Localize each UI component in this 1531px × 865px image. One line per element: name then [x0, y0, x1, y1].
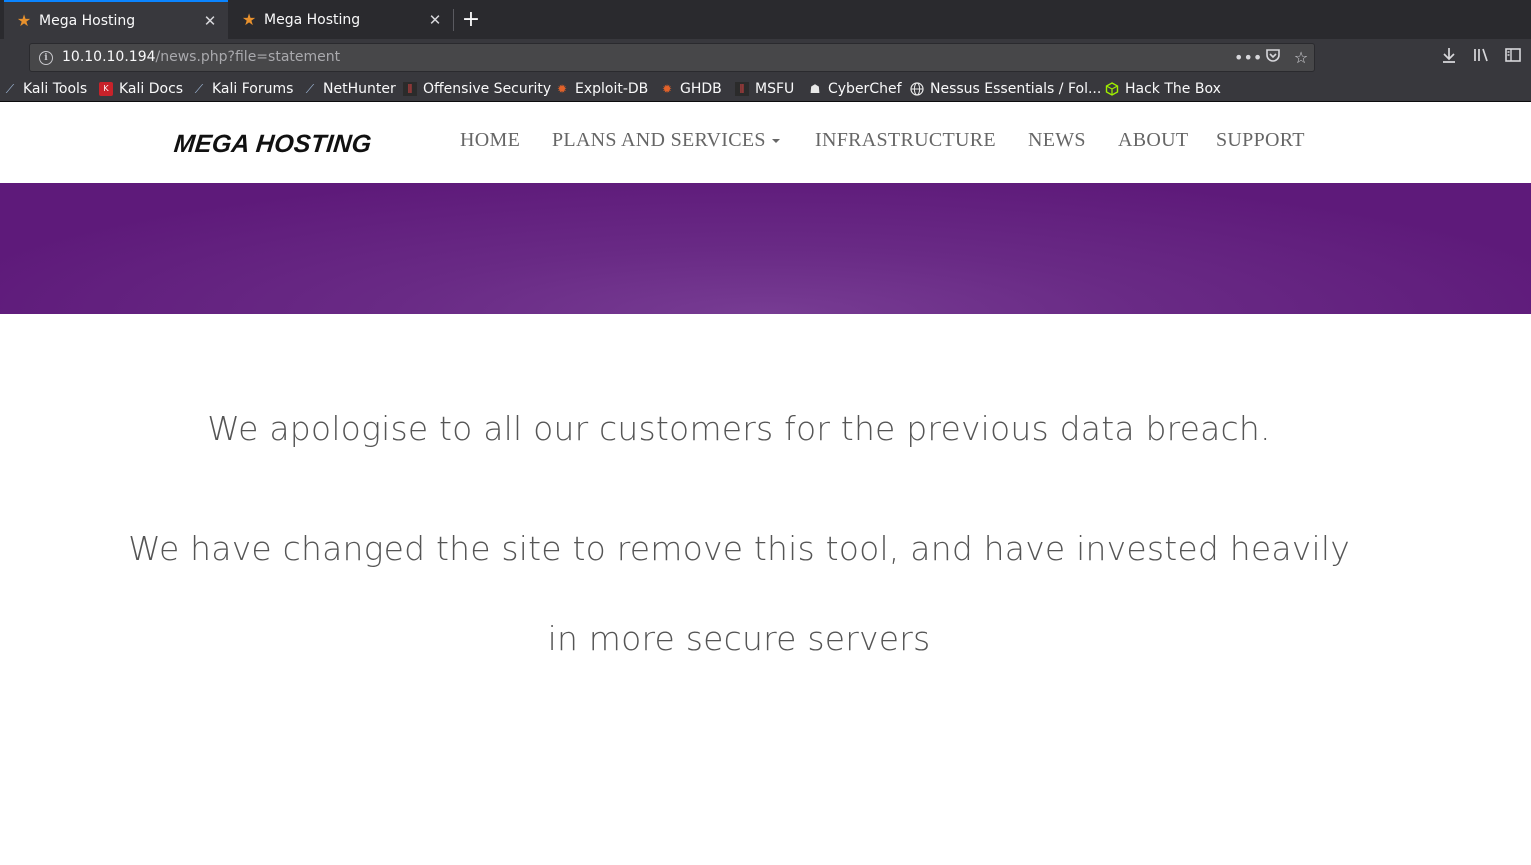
pocket-icon[interactable] [1262, 47, 1284, 69]
url-path: /news.php?file=statement [155, 49, 341, 65]
tab-mega-hosting[interactable]: ★ Mega Hosting ✕ [229, 0, 453, 39]
nav-infrastructure[interactable]: INFRASTRUCTURE [815, 129, 996, 152]
sidebar-icon[interactable] [1501, 46, 1525, 70]
page-actions-icon[interactable]: ••• [1234, 47, 1262, 69]
bookmarks-toolbar: ⟋ Kali Tools K Kali Docs ⟋ Kali Forums ⟋ Net… [0, 77, 1531, 102]
htb-cube-icon [1105, 82, 1119, 96]
bookmark-cyberchef[interactable]: ☗ CyberChef [808, 79, 902, 99]
offsec-icon: ǁ [403, 82, 417, 96]
bookmark-label: Hack The Box [1125, 81, 1221, 97]
bookmark-star-icon[interactable]: ☆ [1290, 47, 1312, 69]
bookmark-offensive-security[interactable]: ǁ Offensive Security [403, 79, 551, 99]
statement-line-2: We have changed the site to remove this … [128, 529, 1350, 568]
exploit-db-icon: ✹ [661, 82, 673, 96]
nav-news[interactable]: NEWS [1028, 129, 1086, 152]
bookmark-label: MSFU [755, 81, 795, 97]
tab-title: Mega Hosting [264, 11, 361, 28]
new-tab-button[interactable]: + [459, 6, 483, 34]
bookmark-label: NetHunter [323, 81, 396, 97]
statement-section: We apologise to all our customers for th… [0, 314, 1531, 865]
bookmark-label: Kali Docs [119, 81, 184, 97]
bookmark-label: Nessus Essentials / Fol... [930, 81, 1102, 97]
nav-plans-and-services[interactable]: PLANS AND SERVICES [552, 129, 780, 152]
close-tab-icon[interactable]: ✕ [202, 13, 218, 29]
bookmark-msfu[interactable]: ǁ MSFU [735, 79, 794, 99]
bookmark-kali-forums[interactable]: ⟋ Kali Forums [192, 79, 294, 99]
site-logo[interactable]: MEGA HOSTING [172, 130, 373, 159]
url-host: 10.10.10.194 [62, 49, 156, 65]
nav-about[interactable]: ABOUT [1118, 129, 1188, 152]
bookmark-kali-docs[interactable]: K Kali Docs [99, 79, 183, 99]
kali-dragon-icon: ⟋ [5, 82, 15, 96]
navigation-toolbar: i 10.10.10.194/news.php?file=statement •… [0, 39, 1531, 77]
tab-mega-hosting-active[interactable]: ★ Mega Hosting ✕ [4, 0, 228, 39]
downloads-icon[interactable] [1437, 46, 1461, 70]
chef-hat-icon: ☗ [809, 82, 821, 96]
statement-line-1: We apologise to all our customers for th… [207, 409, 1271, 448]
bookmark-hack-the-box[interactable]: Hack The Box [1105, 79, 1221, 99]
bookmark-label: Exploit-DB [575, 81, 649, 97]
statement-line-3: in more secure servers [547, 619, 931, 658]
bookmark-nessus[interactable]: Nessus Essentials / Fol... [910, 79, 1101, 99]
nav-support[interactable]: SUPPORT [1216, 129, 1305, 152]
address-bar[interactable]: i 10.10.10.194/news.php?file=statement •… [29, 43, 1315, 72]
offsec-icon: ǁ [735, 82, 749, 96]
library-icon[interactable] [1469, 46, 1493, 70]
bookmark-nethunter[interactable]: ⟋ NetHunter [303, 79, 396, 99]
exploit-db-icon: ✹ [556, 82, 568, 96]
bookmark-label: Kali Forums [212, 81, 294, 97]
site-info-icon[interactable]: i [39, 51, 53, 65]
hero-banner [0, 183, 1531, 314]
kali-dragon-icon: ⟋ [305, 82, 315, 96]
bookmark-label: GHDB [680, 81, 722, 97]
bookmark-ghdb[interactable]: ✹ GHDB [660, 79, 722, 99]
close-tab-icon[interactable]: ✕ [427, 12, 443, 28]
tab-separator [453, 9, 454, 31]
bookmark-label: Offensive Security [423, 81, 552, 97]
kali-dragon-icon: ⟋ [194, 82, 204, 96]
nav-plans-label: PLANS AND SERVICES [552, 129, 766, 151]
kali-docs-icon: K [99, 82, 113, 96]
url-text[interactable]: 10.10.10.194/news.php?file=statement [62, 49, 340, 65]
bookmark-label: Kali Tools [23, 81, 88, 97]
globe-icon [910, 82, 924, 96]
tab-title: Mega Hosting [39, 12, 136, 29]
star-icon: ★ [16, 10, 32, 30]
star-icon: ★ [241, 9, 257, 29]
bookmark-kali-tools[interactable]: ⟋ Kali Tools [3, 79, 87, 99]
chevron-down-icon [771, 139, 780, 144]
bookmark-exploit-db[interactable]: ✹ Exploit-DB [555, 79, 648, 99]
site-header: MEGA HOSTING HOME PLANS AND SERVICES INF… [0, 102, 1531, 183]
bookmark-label: CyberChef [828, 81, 902, 97]
tab-bar: ★ Mega Hosting ✕ ★ Mega Hosting ✕ + [0, 0, 1531, 39]
nav-home[interactable]: HOME [460, 129, 520, 152]
